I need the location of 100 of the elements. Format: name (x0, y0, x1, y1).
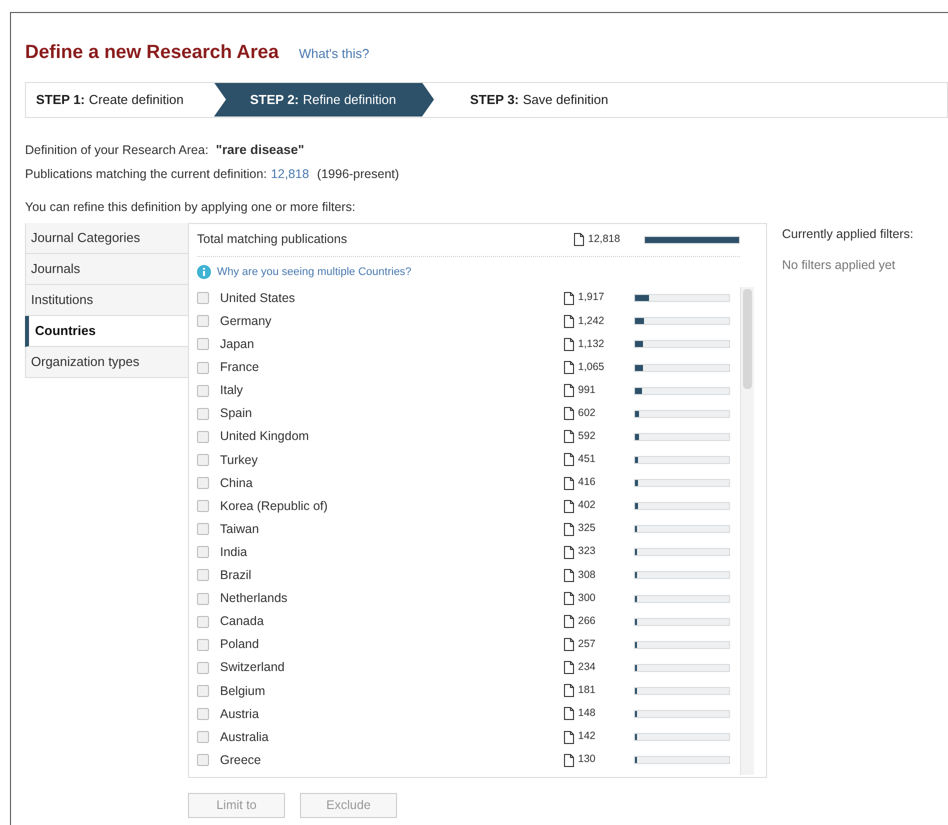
publication-count: 1,132 (578, 336, 604, 352)
applied-filters-empty: No filters applied yet (782, 256, 896, 274)
checkbox[interactable] (197, 362, 209, 374)
publication-count: 300 (578, 590, 596, 606)
checkbox[interactable] (197, 616, 209, 628)
country-label: Turkey (220, 452, 259, 469)
checkbox[interactable] (197, 708, 209, 720)
document-icon (564, 707, 574, 720)
checkbox[interactable] (197, 454, 209, 466)
checkbox[interactable] (197, 408, 209, 420)
info-link[interactable]: Why are you seeing multiple Countries? (217, 264, 412, 280)
document-icon (564, 338, 574, 351)
country-label: Germany (220, 313, 272, 330)
publication-count: 991 (578, 382, 596, 398)
step-tab[interactable]: STEP 2: Refine definition (214, 82, 434, 116)
country-label: Spain (220, 405, 253, 422)
total-label: Total matching publications (197, 231, 348, 248)
publication-count: 1,917 (578, 290, 604, 306)
checkbox[interactable] (197, 500, 209, 512)
country-label: Greece (220, 752, 262, 769)
checkbox[interactable] (197, 384, 209, 397)
checkbox[interactable] (197, 523, 209, 536)
checkbox[interactable] (197, 754, 209, 766)
publication-count: 451 (578, 452, 596, 468)
publication-count: 1,242 (578, 314, 604, 329)
publication-count: 130 (578, 752, 596, 768)
checkbox[interactable] (197, 315, 209, 328)
page-title: Define a new Research Area (25, 41, 279, 65)
publication-count: 402 (578, 498, 596, 514)
document-icon (564, 568, 574, 582)
applied-filters-title: Currently applied filters: (782, 226, 914, 243)
document-icon (564, 754, 574, 767)
matching-label: Publications matching the current definition: (25, 166, 267, 184)
country-label: Netherlands (220, 590, 288, 608)
publication-count: 323 (578, 544, 596, 560)
step-tab[interactable]: STEP 1: Create definition (26, 82, 214, 116)
country-label: Poland (220, 636, 260, 654)
document-icon (564, 500, 574, 513)
publication-count: 142 (578, 729, 596, 744)
publication-count: 234 (578, 660, 596, 675)
publication-count: 266 (578, 614, 596, 629)
checkbox[interactable] (197, 662, 209, 674)
checkbox[interactable] (197, 546, 209, 558)
document-icon (564, 684, 574, 698)
document-icon (564, 522, 574, 536)
checkbox[interactable] (197, 731, 209, 744)
document-icon (564, 638, 574, 652)
date-range: (1996-present) (317, 166, 400, 184)
country-label: Taiwan (220, 520, 260, 538)
country-label: Brazil (220, 567, 252, 584)
step-tab[interactable]: STEP 3: Save definition (434, 82, 654, 116)
document-icon (564, 592, 574, 606)
publication-count: 181 (578, 683, 596, 698)
filter-tab[interactable]: Organization types (25, 346, 188, 378)
country-label: Switzerland (220, 659, 286, 676)
country-label: Japan (220, 336, 256, 354)
checkbox[interactable] (197, 430, 209, 443)
publication-count: 148 (578, 706, 596, 722)
total-count: 12,818 (588, 232, 620, 247)
checkbox[interactable] (197, 592, 209, 605)
country-label: Canada (220, 613, 265, 630)
document-icon (564, 314, 574, 328)
filter-tab[interactable]: Journal Categories (25, 222, 188, 254)
document-icon (564, 615, 574, 628)
matching-count-link[interactable]: 12,818 (270, 165, 310, 184)
country-label: Italy (220, 382, 244, 400)
filter-tab[interactable]: Institutions (25, 284, 188, 316)
country-label: China (220, 474, 254, 492)
publication-count: 308 (578, 568, 596, 583)
scrollbar[interactable] (740, 286, 754, 775)
publication-count: 592 (578, 428, 596, 444)
document-icon (564, 453, 574, 466)
country-label: Austria (220, 706, 260, 723)
document-icon (564, 546, 574, 559)
country-label: India (220, 544, 248, 561)
refine-hint: You can refine this definition by applying one or more filters: (25, 199, 356, 216)
document-icon (564, 430, 574, 444)
definition-text: Definition of your Research Area: "rare disease" (25, 140, 306, 159)
country-label: Australia (220, 728, 270, 746)
country-label: France (220, 359, 260, 376)
scrollbar-thumb[interactable] (743, 288, 752, 389)
country-label: United States (220, 290, 296, 307)
document-icon (564, 476, 574, 490)
filter-tab[interactable]: Countries (25, 316, 188, 347)
filter-tab[interactable]: Journals (25, 254, 188, 285)
document-icon (564, 407, 574, 420)
publication-count: 416 (578, 475, 596, 490)
checkbox[interactable] (197, 477, 209, 490)
checkbox[interactable] (197, 338, 209, 350)
checkbox[interactable] (197, 684, 209, 697)
checkbox[interactable] (197, 569, 209, 582)
checkbox[interactable] (197, 292, 209, 304)
checkbox[interactable] (197, 638, 209, 651)
help-link[interactable]: What's this? (298, 44, 370, 64)
document-icon (574, 233, 584, 246)
publication-count: 1,065 (578, 360, 604, 375)
info-icon (197, 264, 211, 279)
country-label: United Kingdom (220, 428, 310, 446)
document-icon (564, 730, 574, 744)
document-icon (564, 361, 574, 374)
